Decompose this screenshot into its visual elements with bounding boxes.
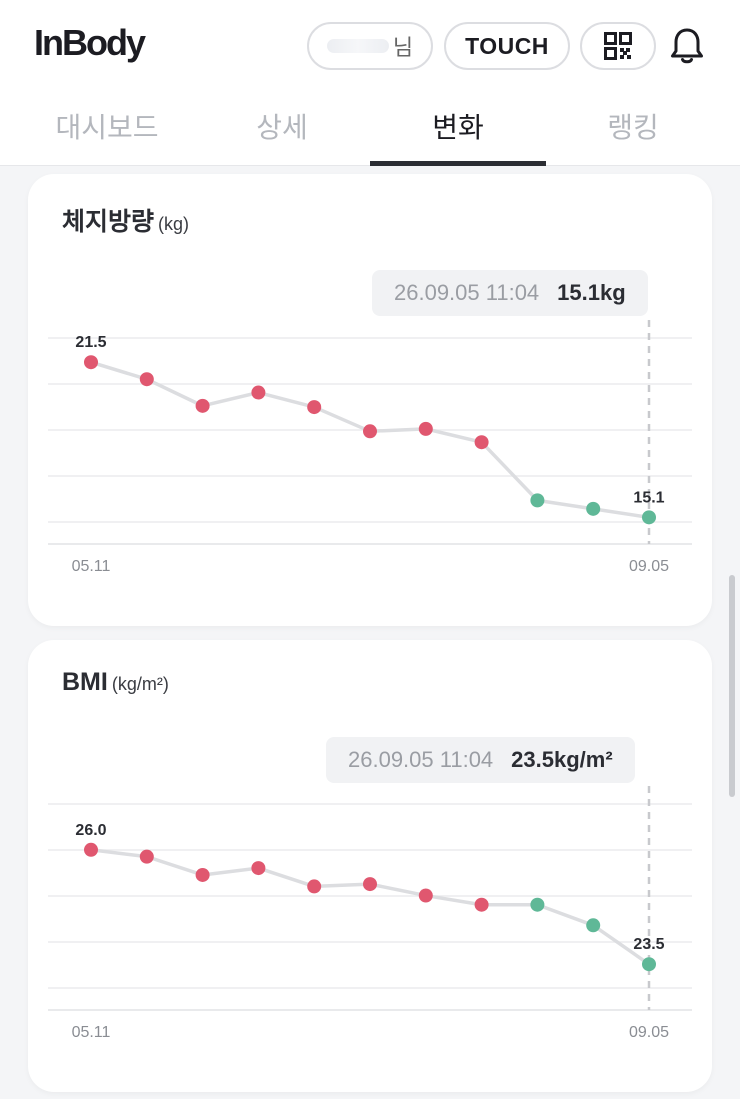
- tab-bar: 대시보드 상세 변화 랭킹: [0, 96, 740, 166]
- touch-button[interactable]: TOUCH: [444, 22, 570, 70]
- bell-icon: [671, 28, 703, 64]
- data-point: [84, 842, 98, 857]
- data-point: [84, 355, 98, 370]
- first-value-label: 21.5: [75, 334, 106, 351]
- x-end-label: 09.05: [629, 1024, 669, 1041]
- inbody-logo[interactable]: InBody: [34, 22, 146, 64]
- tab-dashboard[interactable]: 대시보드: [20, 96, 194, 166]
- tab-change[interactable]: 변화: [370, 96, 546, 166]
- data-point: [195, 398, 210, 413]
- data-point: [363, 877, 377, 892]
- data-point: [307, 879, 322, 894]
- series-line: [90, 848, 651, 966]
- data-point: [474, 435, 489, 450]
- body-fat-mass-chart[interactable]: 21.5 15.1 05.11 09.05: [28, 174, 712, 626]
- app-header: InBody 님 TOUCH 대시보드 상세 변화 랭킹: [0, 0, 740, 166]
- bmi-card: BMI (kg/m²) 26.09.05 11:04 23.5kg/m² 26.0…: [28, 640, 712, 1092]
- tab-ranking[interactable]: 랭킹: [546, 96, 720, 166]
- user-honorific: 님: [392, 35, 414, 60]
- data-point: [418, 421, 433, 436]
- data-point: [586, 918, 601, 933]
- data-point: [363, 424, 377, 439]
- qr-code-icon: [604, 32, 632, 60]
- x-start-label: 05.11: [72, 1024, 111, 1041]
- data-point: [530, 493, 545, 508]
- data-point: [642, 957, 656, 972]
- data-point: [642, 510, 656, 525]
- user-name-button[interactable]: 님: [307, 22, 433, 70]
- last-value-label: 15.1: [633, 489, 664, 506]
- first-value-label: 26.0: [75, 822, 106, 839]
- scrollbar[interactable]: [729, 575, 735, 797]
- last-value-label: 23.5: [633, 936, 664, 953]
- data-point: [139, 849, 154, 864]
- data-point: [139, 372, 154, 387]
- data-point: [251, 385, 266, 400]
- series-line: [90, 360, 650, 520]
- bmi-chart[interactable]: 26.0 23.5 05.11 09.05: [28, 640, 712, 1092]
- blurred-user-name: [326, 39, 389, 53]
- notifications-button[interactable]: [666, 24, 708, 68]
- data-point: [195, 867, 210, 882]
- x-end-label: 09.05: [629, 558, 669, 575]
- x-start-label: 05.11: [72, 558, 111, 575]
- data-point: [418, 888, 433, 903]
- data-point: [307, 400, 322, 415]
- tab-detail[interactable]: 상세: [194, 96, 370, 166]
- data-point: [474, 897, 489, 912]
- data-point: [251, 861, 266, 876]
- body-fat-mass-card: 체지방량 (kg) 26.09.05 11:04 15.1kg 21.5 15.1 0…: [28, 174, 712, 626]
- data-point: [530, 897, 545, 912]
- qr-button[interactable]: [580, 22, 656, 70]
- data-point: [586, 501, 601, 516]
